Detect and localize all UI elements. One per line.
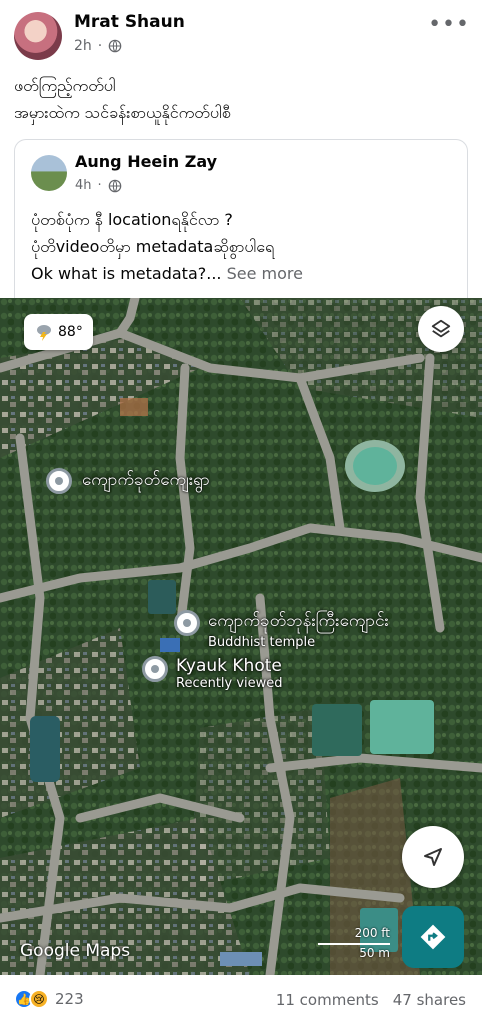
layers-icon <box>431 319 451 338</box>
shared-author-avatar[interactable] <box>31 155 67 191</box>
shared-text-line-3: Ok what is metadata?... <box>31 264 222 283</box>
place-label-selected: Kyauk Khote <box>176 656 282 676</box>
layers-button[interactable] <box>418 306 464 352</box>
shared-text-line: Ok what is metadata?... See more <box>31 260 461 287</box>
shares-link[interactable]: 47 shares <box>393 991 466 1009</box>
sad-reaction-icon: 😢 <box>29 989 49 1009</box>
post-header: Mrat Shaun 2h · ••• <box>0 0 482 66</box>
comments-link[interactable]: 11 comments <box>276 991 379 1009</box>
satellite-map[interactable]: 88° ကျောက်ခုတ်ကျေးရွာ ကျောက်ခုတ်ဘုန်းကြီ… <box>0 298 482 975</box>
place-label-village: ကျောက်ခုတ်ကျေးရွာ <box>82 469 210 490</box>
shared-post-text: ပုံတစ်ပုံက နီ locationရနိုင်လာ ? ပုံတိvi… <box>31 206 461 287</box>
more-options-icon[interactable]: ••• <box>428 12 470 37</box>
post-time[interactable]: 2h <box>74 38 92 54</box>
reaction-count: 223 <box>55 990 84 1008</box>
temperature: 88° <box>58 324 83 340</box>
place-pin-selected[interactable]: Kyauk Khote Recently viewed <box>142 656 283 691</box>
place-pin-village[interactable]: ကျောက်ခုတ်ကျေးရွာ <box>46 468 210 494</box>
post-footer: 👍 😢 223 11 comments 47 shares <box>0 975 482 1024</box>
see-more-link[interactable]: See more <box>227 264 303 283</box>
post-meta: 2h · <box>74 38 122 54</box>
dot-separator: · <box>97 38 103 54</box>
shared-post-meta: 4h · <box>75 178 122 193</box>
place-marker-icon <box>142 656 168 682</box>
place-selected-sub: Recently viewed <box>176 676 283 691</box>
map-scale: 200 ft 50 m <box>318 926 390 964</box>
weather-chip[interactable]: 88° <box>24 314 93 350</box>
navigation-arrow-icon <box>424 848 442 866</box>
shared-post-time[interactable]: 4h <box>75 178 92 193</box>
directions-icon <box>420 924 446 950</box>
post-text-line: ဖတ်ကြည့်ကတ်ပါ <box>14 76 116 95</box>
post-stats: 11 comments 47 shares <box>276 991 466 1009</box>
scale-bar <box>318 943 390 945</box>
globe-icon <box>108 39 122 53</box>
shared-text-line: ပုံတိvideoတိမှာ metadataဆိုစွာပါရေ <box>31 237 275 256</box>
dot-separator: · <box>97 178 102 193</box>
google-maps-attribution: Google Maps <box>20 941 131 961</box>
directions-button[interactable] <box>402 906 464 968</box>
place-temple-labels: ကျောက်ခုတ်ဘုန်းကြီးကျောင်း Buddhist temp… <box>208 610 389 650</box>
author-avatar[interactable] <box>14 12 62 60</box>
globe-icon <box>108 179 121 192</box>
place-pin-temple[interactable]: ကျောက်ခုတ်ဘုန်းကြီးကျောင်း Buddhist temp… <box>174 610 389 650</box>
shared-text-line: ပုံတစ်ပုံက နီ locationရနိုင်လာ ? <box>31 210 233 229</box>
post-text: ဖတ်ကြည့်ကတ်ပါ အမှားထဲက သင်ခန်းစာယူနိုင်က… <box>14 72 470 126</box>
thunderstorm-icon <box>37 325 51 341</box>
place-label-temple: ကျောက်ခုတ်ဘုန်းကြီးကျောင်း <box>208 611 389 631</box>
post-text-line: အမှားထဲက သင်ခန်းစာယူနိုင်ကတ်ပါစီ <box>14 103 231 122</box>
place-selected-labels: Kyauk Khote Recently viewed <box>176 656 283 691</box>
dharma-wheel-icon <box>174 610 200 636</box>
author-name[interactable]: Mrat Shaun <box>74 12 185 32</box>
my-location-button[interactable] <box>402 826 464 888</box>
scale-m: 50 m <box>359 946 390 960</box>
shared-author-name[interactable]: Aung Heein Zay <box>75 152 217 171</box>
place-marker-icon <box>46 468 72 494</box>
reactions-summary[interactable]: 👍 😢 223 <box>14 989 84 1009</box>
place-temple-type: Buddhist temple <box>208 635 316 650</box>
scale-ft: 200 ft <box>354 926 390 940</box>
shared-post-card[interactable]: Aung Heein Zay 4h · ပုံတစ်ပုံက နီ locati… <box>14 139 468 309</box>
